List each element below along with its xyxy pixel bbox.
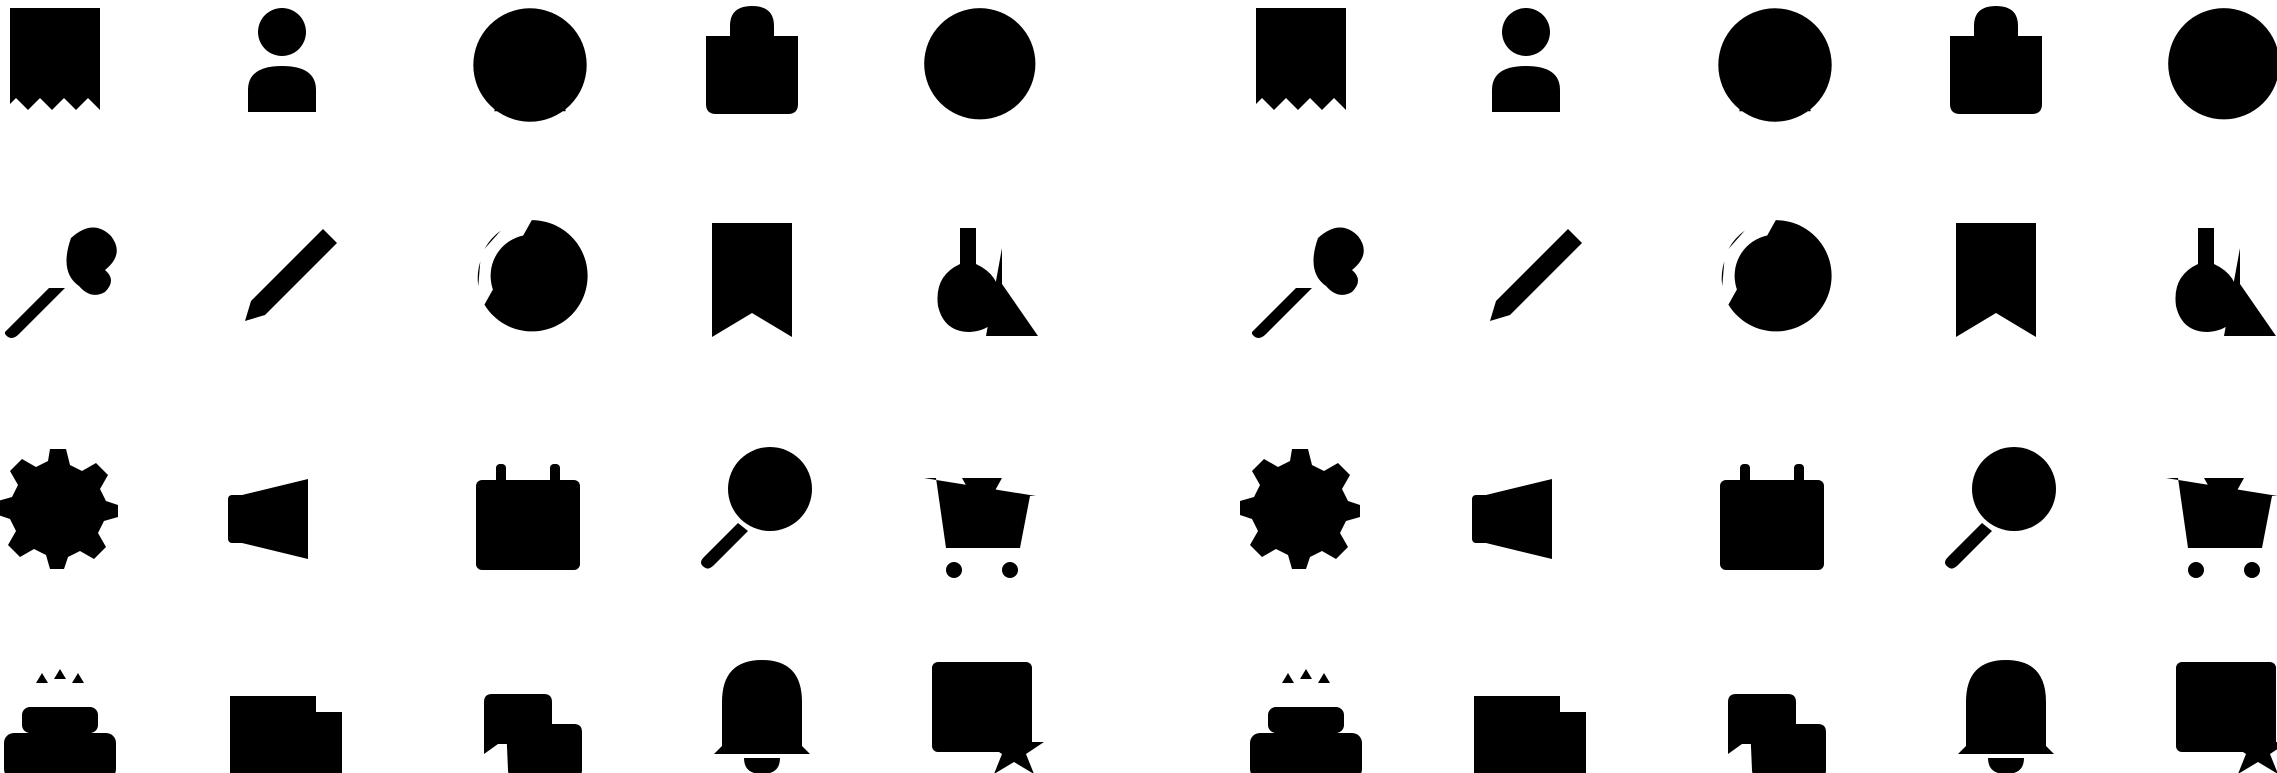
video-favorite-icon [932,662,1044,773]
magic-wand-icon [1252,227,1364,338]
birthday-cake-icon [4,669,116,773]
add-user-icon [248,8,356,112]
megaphone-icon [1472,479,1588,567]
receipt-icon [1256,8,1346,110]
video-bookmark-icon [1956,223,2036,337]
shopping-bag-icon [706,6,798,114]
user-profile-icon [473,8,587,122]
add-user-icon [1492,8,1600,112]
user-profile-icon [1718,8,1832,122]
icon-sheet: .c1 .s, .c1 .a, .c1 .f, .c1 .af { stroke… [0,6,2277,773]
shopping-cart-icon [924,478,1036,578]
newspaper-icon [1474,696,1586,773]
image-add-icon [477,220,588,332]
icon-set-gradient-outline [1240,6,2277,773]
gear-icon [1240,449,1360,569]
megaphone-icon [228,479,344,567]
video-favorite-icon [2176,662,2277,773]
video-bookmark-icon [712,223,792,337]
image-add-icon [1721,220,1832,332]
verified-badge-icon [924,8,1036,120]
gear-icon [0,449,118,569]
pencil-icon [1478,219,1586,329]
shopping-cart-icon [2166,478,2277,578]
receipt-icon [10,8,100,110]
flask-icon [937,228,1038,336]
shopping-bag-icon [1950,6,2042,114]
calendar-icon [1720,464,1832,580]
calendar-icon [476,464,588,580]
flask-icon [2175,228,2276,336]
pencil-icon [233,219,341,329]
bell-icon [714,660,810,773]
chat-bubbles-icon [1716,694,1834,773]
search-compass-icon [701,447,812,569]
chat-bubbles-icon [472,694,590,773]
verified-badge-icon [2168,8,2277,120]
bell-icon [1958,660,2054,773]
birthday-cake-icon [1250,669,1362,773]
magic-wand-icon [5,227,117,338]
search-compass-icon [1945,447,2056,569]
newspaper-icon [230,696,342,773]
icon-set-filled-accent [0,6,1044,773]
